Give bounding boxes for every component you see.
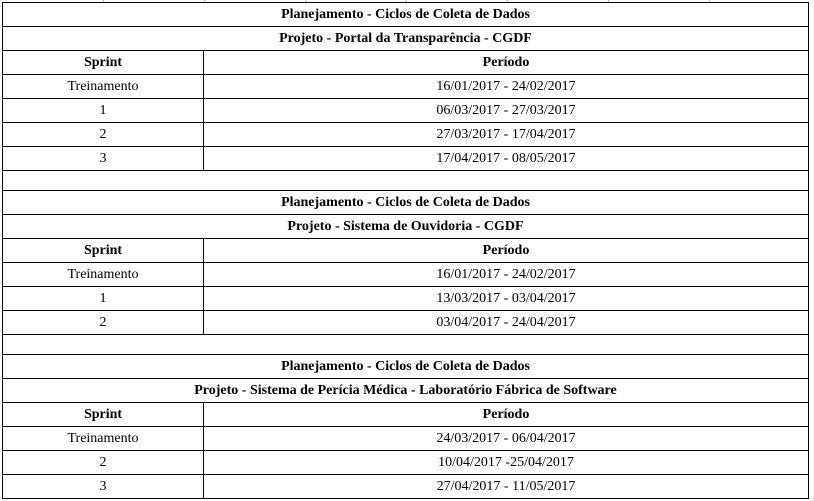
header-row: Sprint Período	[2, 238, 809, 263]
sprint-cell[interactable]: 2	[2, 122, 204, 147]
period-cell[interactable]: 13/03/2017 - 03/04/2017	[203, 286, 809, 311]
period-cell[interactable]: 10/04/2017 -25/04/2017	[203, 450, 809, 475]
project-row: Projeto - Portal da Transparência - CGDF	[2, 26, 809, 51]
project-row: Projeto - Sistema de Perícia Médica - La…	[2, 378, 809, 403]
planning-sheet: Planejamento - Ciclos de Coleta de Dados…	[2, 2, 809, 499]
table-row: Treinamento 16/01/2017 - 24/02/2017	[2, 74, 809, 99]
section-title-row: Planejamento - Ciclos de Coleta de Dados	[2, 2, 809, 27]
project-name[interactable]: Projeto - Sistema de Ouvidoria - CGDF	[2, 214, 809, 239]
spacer-row	[2, 334, 809, 355]
sprint-cell[interactable]: 1	[2, 98, 204, 123]
table-row: 1 13/03/2017 - 03/04/2017	[2, 286, 809, 311]
project-name[interactable]: Projeto - Portal da Transparência - CGDF	[2, 26, 809, 51]
sprint-header[interactable]: Sprint	[2, 238, 204, 263]
project-name[interactable]: Projeto - Sistema de Perícia Médica - La…	[2, 378, 809, 403]
sprint-cell[interactable]: Treinamento	[2, 262, 204, 287]
sprint-header[interactable]: Sprint	[2, 402, 204, 427]
period-header[interactable]: Período	[203, 50, 809, 75]
period-header[interactable]: Período	[203, 402, 809, 427]
period-cell[interactable]: 17/04/2017 - 08/05/2017	[203, 146, 809, 171]
project-row: Projeto - Sistema de Ouvidoria - CGDF	[2, 214, 809, 239]
section-title[interactable]: Planejamento - Ciclos de Coleta de Dados	[2, 190, 809, 215]
sprint-cell[interactable]: 3	[2, 146, 204, 171]
table-row: 2 10/04/2017 -25/04/2017	[2, 450, 809, 475]
period-cell[interactable]: 06/03/2017 - 27/03/2017	[203, 98, 809, 123]
table-row: 1 06/03/2017 - 27/03/2017	[2, 98, 809, 123]
section-title[interactable]: Planejamento - Ciclos de Coleta de Dados	[2, 2, 809, 27]
period-cell[interactable]: 24/03/2017 - 06/04/2017	[203, 426, 809, 451]
sprint-header[interactable]: Sprint	[2, 50, 204, 75]
table-row: Treinamento 24/03/2017 - 06/04/2017	[2, 426, 809, 451]
period-cell[interactable]: 16/01/2017 - 24/02/2017	[203, 74, 809, 99]
section-title[interactable]: Planejamento - Ciclos de Coleta de Dados	[2, 354, 809, 379]
table-row: 3 17/04/2017 - 08/05/2017	[2, 146, 809, 171]
empty-cell[interactable]	[2, 334, 809, 355]
table-row: 2 27/03/2017 - 17/04/2017	[2, 122, 809, 147]
table-row: 3 27/04/2017 - 11/05/2017	[2, 474, 809, 499]
header-row: Sprint Período	[2, 50, 809, 75]
period-cell[interactable]: 03/04/2017 - 24/04/2017	[203, 310, 809, 335]
sprint-cell[interactable]: 3	[2, 474, 204, 499]
period-header[interactable]: Período	[203, 238, 809, 263]
sprint-cell[interactable]: 2	[2, 450, 204, 475]
sprint-cell[interactable]: Treinamento	[2, 426, 204, 451]
sprint-cell[interactable]: Treinamento	[2, 74, 204, 99]
header-row: Sprint Período	[2, 402, 809, 427]
sprint-cell[interactable]: 1	[2, 286, 204, 311]
section-title-row: Planejamento - Ciclos de Coleta de Dados	[2, 354, 809, 379]
period-cell[interactable]: 27/03/2017 - 17/04/2017	[203, 122, 809, 147]
period-cell[interactable]: 27/04/2017 - 11/05/2017	[203, 474, 809, 499]
sprint-cell[interactable]: 2	[2, 310, 204, 335]
period-cell[interactable]: 16/01/2017 - 24/02/2017	[203, 262, 809, 287]
section-title-row: Planejamento - Ciclos de Coleta de Dados	[2, 190, 809, 215]
empty-cell[interactable]	[2, 170, 809, 191]
table-row: 2 03/04/2017 - 24/04/2017	[2, 310, 809, 335]
spacer-row	[2, 170, 809, 191]
table-row: Treinamento 16/01/2017 - 24/02/2017	[2, 262, 809, 287]
